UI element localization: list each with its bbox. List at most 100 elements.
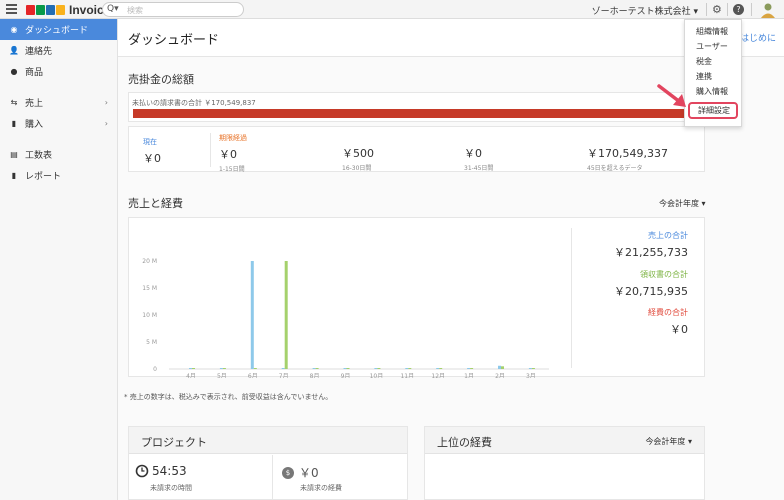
sidebar-item-label: ダッシュボード: [25, 26, 89, 36]
current-label: 現在: [143, 138, 157, 146]
overdue-bucket-2: ￥500 16-30日間: [342, 142, 374, 172]
unbilled-expenses-label: 未請求の経費: [300, 484, 342, 492]
menu-item-purchase-info[interactable]: 購入情報: [685, 84, 741, 99]
y-tick-label: 20 M: [142, 258, 157, 265]
bucket-value[interactable]: ￥0: [219, 146, 247, 162]
chart-bar-receipts: [377, 368, 381, 369]
expenses-total-block: 経費の合計 ￥0: [648, 307, 688, 337]
sales-total-block: 売上の合計 ￥21,255,733: [614, 230, 688, 260]
menu-item-organization[interactable]: 組織情報: [685, 24, 741, 39]
gear-icon[interactable]: ⚙: [712, 3, 722, 16]
chart-bar-receipts: [284, 261, 288, 369]
overdue-bucket-3: ￥0 31-45日間: [464, 142, 493, 172]
top-expenses-header: 上位の経費 今会計年度 ▾: [425, 427, 704, 454]
sales-total-value: ￥21,255,733: [614, 246, 688, 259]
search-icon[interactable]: Q▾: [107, 4, 119, 14]
help-icon[interactable]: ?: [733, 4, 744, 15]
projects-card: プロジェクト 54:53 未請求の時間 $ ￥0 未請求の経費: [128, 426, 408, 500]
sidebar-item-label: 売上: [25, 99, 44, 109]
y-tick-label: 5 M: [146, 339, 157, 346]
hamburger-menu-icon[interactable]: [6, 4, 17, 14]
chart-bar-receipts: [531, 368, 535, 369]
avatar[interactable]: [760, 2, 776, 18]
x-tick-label: 10月: [370, 373, 384, 378]
x-tick-label: 9月: [341, 373, 351, 378]
unbilled-hours[interactable]: 54:53: [135, 464, 187, 478]
chart-bar-receipts: [253, 368, 257, 369]
menu-item-taxes[interactable]: 税金: [685, 54, 741, 69]
x-tick-label: 1月: [464, 373, 474, 378]
chevron-right-icon: ›: [104, 119, 108, 128]
chart-bar-sales: [374, 368, 378, 369]
sidebar-item-items[interactable]: ● 商品: [0, 61, 117, 82]
chart-bar-receipts: [315, 368, 319, 369]
sidebar-item-sales[interactable]: ⇆ 売上 ›: [0, 92, 117, 113]
unbilled-hours-value: 54:53: [152, 464, 187, 478]
menu-item-advanced-settings[interactable]: 詳細設定: [688, 102, 738, 119]
top-bar: Invoice Q▾ 検索 ゾーホーテスト株式会社 ▾ ⚙ ?: [0, 0, 784, 19]
divider: [751, 3, 752, 16]
top-expenses-title: 上位の経費: [437, 436, 492, 449]
sales-period-dropdown[interactable]: 今会計年度 ▾: [659, 198, 706, 209]
x-tick-label: 5月: [217, 373, 227, 378]
sidebar-item-dashboard[interactable]: ◉ ダッシュボード: [0, 19, 117, 40]
bucket-range: 16-30日間: [342, 165, 372, 172]
y-tick-label: 15 M: [142, 285, 157, 292]
expenses-total-value: ￥0: [670, 323, 688, 336]
zoho-invoice-logo[interactable]: Invoice: [26, 2, 110, 17]
reports-icon: ▮: [11, 171, 17, 180]
chart-bar-sales: [528, 368, 532, 369]
divider: [272, 455, 273, 500]
divider: [210, 133, 211, 167]
sidebar-item-contacts[interactable]: 👤 連絡先: [0, 40, 117, 61]
search-placeholder: 検索: [127, 6, 143, 15]
chart-bar-sales: [498, 365, 501, 369]
sales-expenses-card: 05 M10 M15 M20 M4月20145月20146月20147月2014…: [128, 217, 705, 378]
logo-tile-red: [26, 4, 35, 15]
search-input[interactable]: Q▾ 検索: [102, 2, 244, 17]
chart-bar-receipts: [192, 368, 195, 369]
bucket-value[interactable]: ￥500: [342, 145, 374, 161]
divider: [571, 228, 572, 368]
settings-dropdown-menu: 組織情報 ユーザー 税金 連携 購入情報 詳細設定: [684, 19, 742, 127]
sidebar-item-label: 商品: [25, 68, 44, 78]
getting-started-link[interactable]: はじめに: [740, 31, 776, 44]
sidebar-item-purchases[interactable]: ▮ 購入 ›: [0, 113, 117, 134]
x-tick-label: 7月: [279, 373, 289, 378]
chart-bar-sales: [281, 368, 285, 369]
sales-expenses-title: 売上と経費: [128, 197, 183, 210]
sidebar-item-label: 購入: [25, 120, 44, 130]
x-tick-label: 6月: [248, 373, 258, 378]
bucket-range: 31-45日間: [464, 165, 494, 172]
menu-item-integrations[interactable]: 連携: [685, 69, 741, 84]
unbilled-expenses-value: ￥0: [299, 466, 319, 480]
chart-bar-sales: [467, 368, 471, 369]
sales-total-label: 売上の合計: [648, 231, 688, 240]
organization-switcher[interactable]: ゾーホーテスト株式会社 ▾: [592, 4, 698, 17]
current-stat: 現在 ￥0: [143, 137, 161, 166]
unpaid-total-label: 未払いの請求書の合計 ￥170,549,837: [132, 99, 256, 107]
y-tick-label: 10 M: [142, 312, 157, 319]
sidebar: ◉ ダッシュボード 👤 連絡先 ● 商品 ⇆ 売上 › ▮ 購入 › ▤ 工数表…: [0, 19, 118, 500]
current-value[interactable]: ￥0: [143, 150, 161, 166]
top-expenses-period-dropdown[interactable]: 今会計年度 ▾: [645, 436, 692, 447]
receipts-total-value: ￥20,715,935: [614, 285, 688, 298]
receivables-bar[interactable]: [133, 109, 704, 118]
y-tick-label: 0: [153, 366, 157, 373]
bucket-value[interactable]: ￥0: [464, 145, 493, 161]
expenses-total-label: 経費の合計: [648, 308, 688, 317]
x-tick-label: 2月: [495, 373, 505, 378]
receivables-summary-card: 現在 ￥0 期限経過 ￥0 1-15日間 ￥500 16-30日間 ￥0 31-…: [128, 126, 705, 173]
sidebar-item-timesheet[interactable]: ▤ 工数表: [0, 144, 117, 165]
bucket-value[interactable]: ￥170,549,337: [587, 145, 668, 161]
page-title: ダッシュボード: [128, 33, 220, 48]
menu-item-users[interactable]: ユーザー: [685, 39, 741, 54]
sidebar-item-reports[interactable]: ▮ レポート: [0, 165, 117, 186]
x-tick-label: 4月: [186, 373, 196, 378]
logo-tile-blue: [46, 4, 55, 15]
unbilled-expenses[interactable]: $ ￥0: [282, 464, 319, 481]
chart-bar-receipts: [408, 368, 412, 369]
chart-bar-receipts: [439, 368, 443, 369]
sales-footnote: * 売上の数字は、税込みで表示され、前受収益は含んでいません。: [124, 393, 333, 401]
